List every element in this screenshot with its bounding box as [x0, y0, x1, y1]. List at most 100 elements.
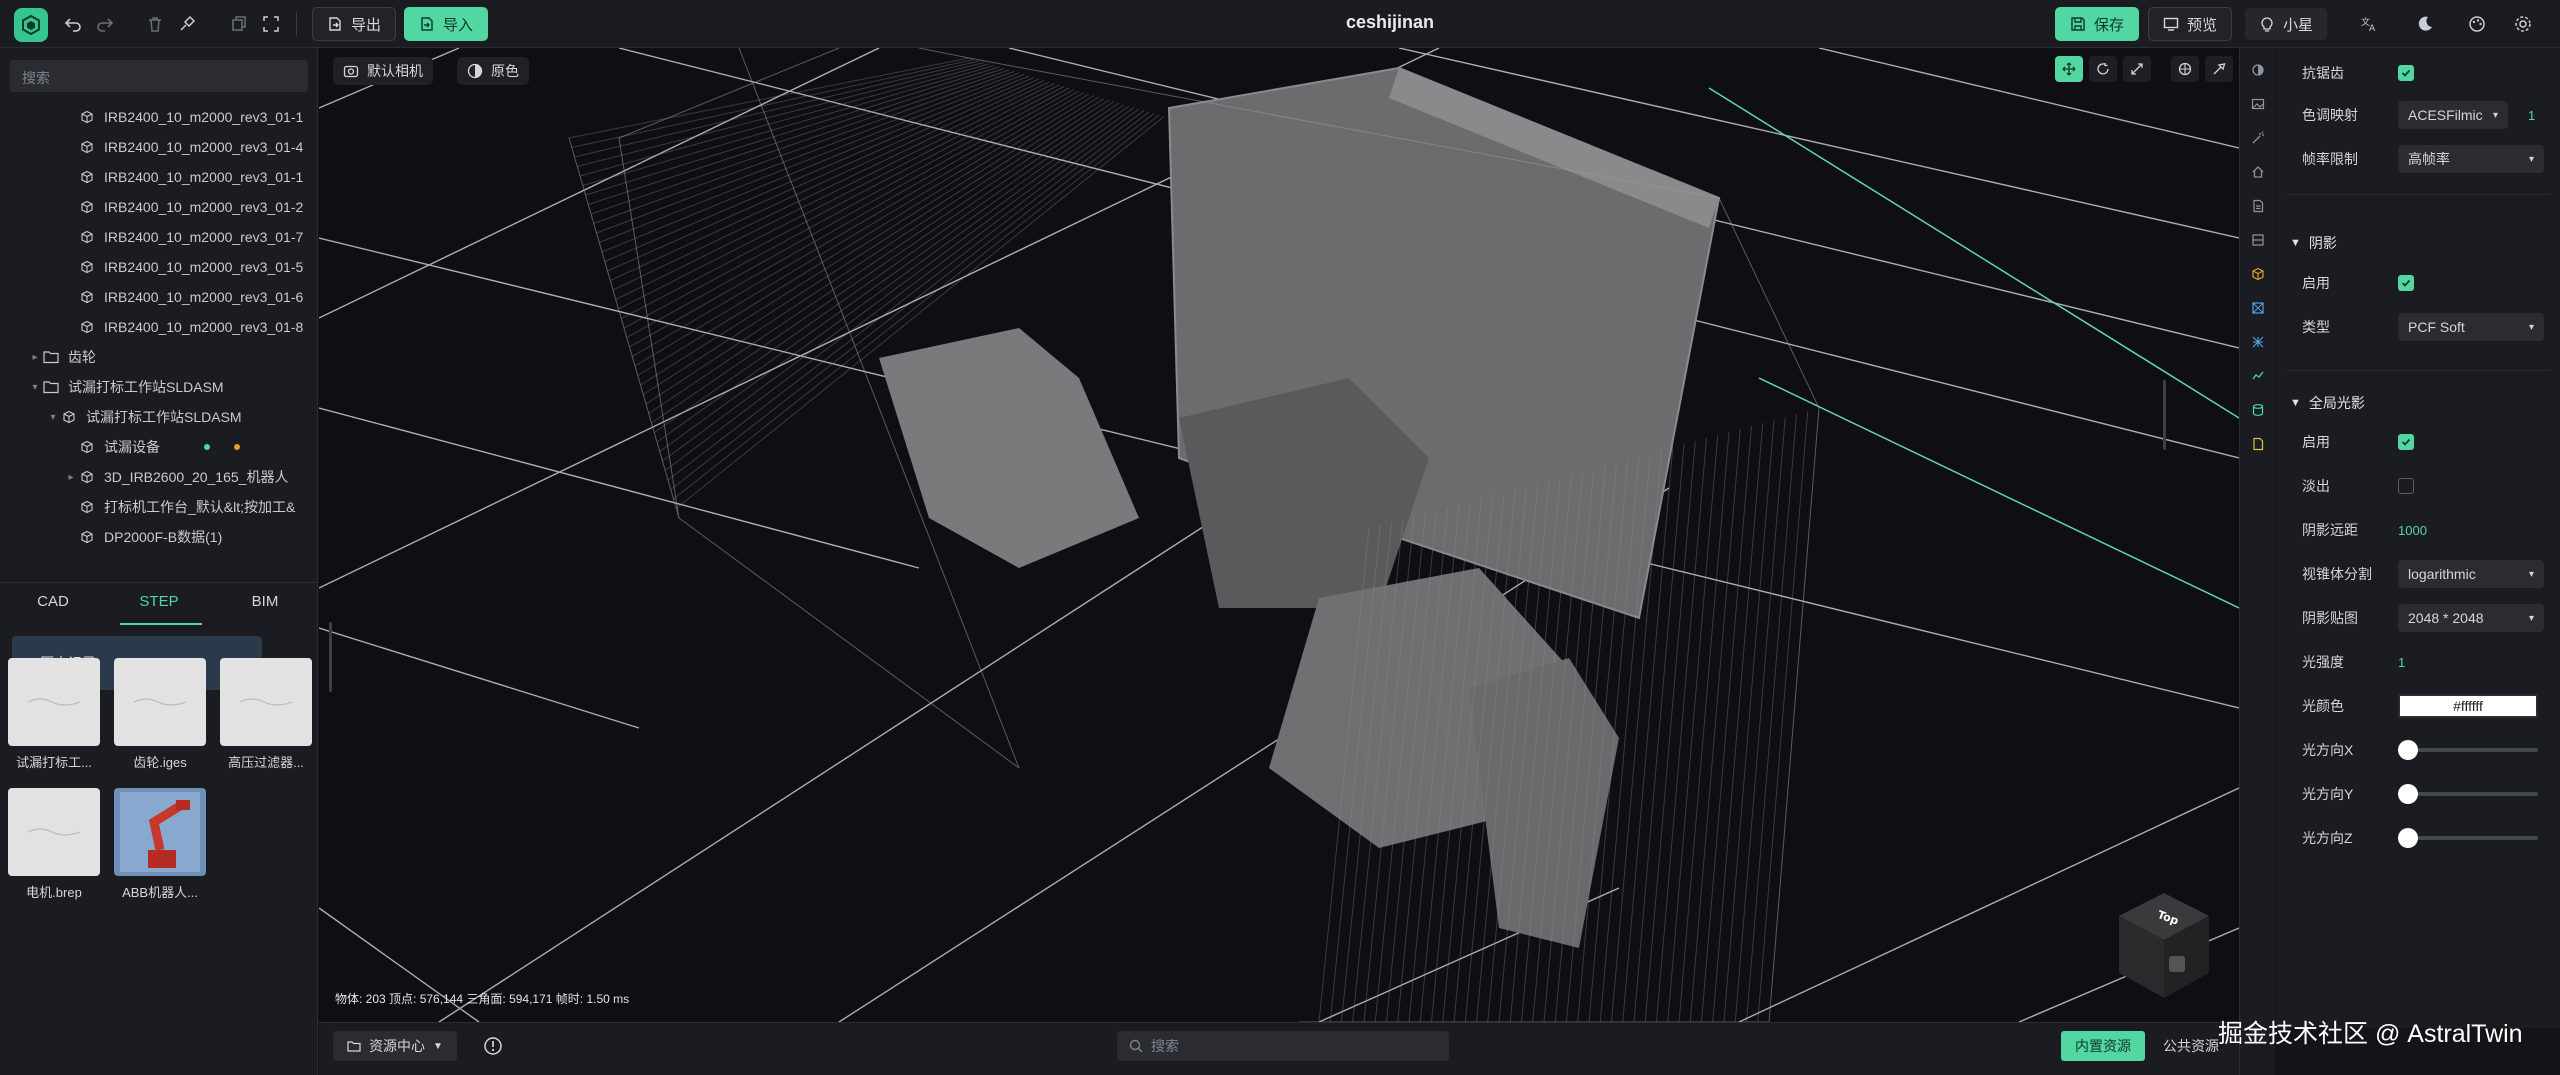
cube-icon[interactable]: [2248, 264, 2268, 284]
tree-item[interactable]: 试漏设备: [0, 432, 318, 462]
fade-checkbox[interactable]: [2398, 478, 2414, 494]
grid-icon[interactable]: [2248, 332, 2268, 352]
tree-item[interactable]: ▸ 3D_IRB2600_20_165_机器人: [0, 462, 318, 492]
rotate-icon[interactable]: [2089, 56, 2117, 82]
tree-item[interactable]: IRB2400_10_m2000_rev3_01-2: [0, 192, 318, 222]
3d-viewport[interactable]: 默认相机 原色 Top 物体: 203 顶点: 576,144 三角面: 594…: [319, 48, 2239, 1022]
palette-icon[interactable]: [2464, 11, 2490, 37]
gi-enable-checkbox[interactable]: [2398, 434, 2414, 450]
tone-mapping-select[interactable]: ACESFilmic ▾: [2398, 101, 2508, 129]
viewport-scroll-indicator[interactable]: [2163, 380, 2166, 450]
world-space-icon[interactable]: [2171, 56, 2199, 82]
tab-bim[interactable]: BIM: [212, 593, 318, 610]
export-button[interactable]: 导出: [312, 7, 397, 41]
asset-label: 高压过滤器...: [228, 755, 304, 770]
tree-item[interactable]: ▾ 试漏打标工作站SLDASM: [0, 372, 318, 402]
move-icon[interactable]: [2055, 56, 2083, 82]
redo-icon[interactable]: [92, 11, 118, 37]
delete-icon[interactable]: [142, 11, 168, 37]
color-mode-button[interactable]: 原色: [457, 57, 529, 85]
asset-card[interactable]: 试漏打标工...: [8, 658, 100, 771]
fullscreen-icon[interactable]: [258, 11, 284, 37]
tree-item[interactable]: IRB2400_10_m2000_rev3_01-4: [0, 132, 318, 162]
resource-center-dropdown[interactable]: 资源中心 ▼: [333, 1031, 457, 1061]
tree-item[interactable]: ▸ 齿轮: [0, 342, 318, 372]
shadow-section-header[interactable]: ▼ 阴影: [2290, 233, 2540, 253]
snap-icon[interactable]: [2205, 56, 2233, 82]
asset-card[interactable]: 电机.brep: [8, 788, 100, 901]
database-icon[interactable]: [2248, 400, 2268, 420]
dir-x-label: 光方向X: [2302, 742, 2354, 758]
tone-mapping-exposure[interactable]: 1: [2528, 108, 2535, 123]
frame-icon[interactable]: [2248, 298, 2268, 318]
import-button[interactable]: 导入: [404, 7, 489, 41]
builtin-resources-tab[interactable]: 内置资源: [2061, 1031, 2145, 1061]
tab-step[interactable]: STEP: [106, 593, 212, 610]
save-button[interactable]: 保存: [2055, 7, 2140, 41]
tree-item[interactable]: IRB2400_10_m2000_rev3_01-5: [0, 252, 318, 282]
dir-y-slider[interactable]: [2398, 784, 2538, 804]
preview-button[interactable]: 预览: [2148, 7, 2233, 41]
viewport-scroll-indicator-left[interactable]: [329, 622, 332, 692]
shadow-map-select[interactable]: 2048 * 2048 ▾: [2398, 604, 2544, 632]
antialias-checkbox[interactable]: [2398, 65, 2414, 81]
scene-search-input[interactable]: 搜索: [10, 60, 308, 92]
asset-thumbnail: [8, 788, 100, 876]
tab-cad[interactable]: CAD: [0, 593, 106, 610]
home-icon[interactable]: [2248, 162, 2268, 182]
view-cube[interactable]: Top: [2109, 888, 2219, 1008]
undo-icon[interactable]: [60, 11, 86, 37]
tree-item[interactable]: ▾ 试漏打标工作站SLDASM: [0, 402, 318, 432]
moon-icon[interactable]: [2412, 11, 2438, 37]
brush-icon[interactable]: [174, 11, 200, 37]
shadow-enable-checkbox[interactable]: [2398, 275, 2414, 291]
translate-icon[interactable]: 文A: [2356, 11, 2382, 37]
asset-card[interactable]: 高压过滤器...: [220, 658, 312, 771]
cube-icon: [78, 198, 96, 216]
tree-item[interactable]: IRB2400_10_m2000_rev3_01-8: [0, 312, 318, 342]
note-icon[interactable]: [2248, 434, 2268, 454]
light-color-picker[interactable]: #ffffff: [2398, 694, 2538, 718]
settings-icon[interactable]: [2510, 11, 2536, 37]
shadow-type-select[interactable]: PCF Soft ▾: [2398, 313, 2544, 341]
theme-icon[interactable]: [2248, 60, 2268, 80]
tree-item[interactable]: IRB2400_10_m2000_rev3_01-1: [0, 102, 318, 132]
frame-limit-select[interactable]: 高帧率 ▾: [2398, 145, 2544, 173]
dir-z-knob[interactable]: [2398, 828, 2418, 848]
caret-right-icon[interactable]: ▸: [64, 472, 78, 483]
info-icon[interactable]: [483, 1036, 503, 1061]
shadow-enable-label: 启用: [2302, 275, 2330, 291]
scale-icon[interactable]: [2123, 56, 2151, 82]
asset-card[interactable]: ABB机器人...: [114, 788, 206, 901]
chevron-down-icon: ▾: [2528, 612, 2534, 624]
camera-button[interactable]: 默认相机: [333, 57, 433, 85]
assistant-button[interactable]: 小星: [2244, 7, 2329, 41]
caret-right-icon[interactable]: ▸: [28, 352, 42, 363]
image-icon[interactable]: [2248, 94, 2268, 114]
gi-section-header[interactable]: ▼ 全局光影: [2290, 393, 2540, 413]
tree-item[interactable]: 打标机工作台_默认&lt;按加工&: [0, 492, 318, 522]
copy-icon[interactable]: [226, 11, 252, 37]
dir-z-slider[interactable]: [2398, 828, 2538, 848]
asset-card[interactable]: 齿轮.iges: [114, 658, 206, 771]
dir-x-knob[interactable]: [2398, 740, 2418, 760]
tree-item[interactable]: IRB2400_10_m2000_rev3_01-6: [0, 282, 318, 312]
caret-down-icon[interactable]: ▾: [46, 412, 60, 423]
tree-item-label: IRB2400_10_m2000_rev3_01-4: [104, 139, 304, 155]
graph-icon[interactable]: [2248, 366, 2268, 386]
dir-y-knob[interactable]: [2398, 784, 2418, 804]
caret-down-icon[interactable]: ▾: [28, 382, 42, 393]
tree-item[interactable]: DP2000F-B数据(1): [0, 522, 318, 552]
dir-x-slider[interactable]: [2398, 740, 2538, 760]
panel-icon[interactable]: [2248, 230, 2268, 250]
shadow-distance-value[interactable]: 1000: [2398, 523, 2427, 538]
cascade-select[interactable]: logarithmic ▾: [2398, 560, 2544, 588]
resource-search-input[interactable]: 搜索: [1117, 1031, 1449, 1061]
tree-item[interactable]: IRB2400_10_m2000_rev3_01-7: [0, 222, 318, 252]
document-icon[interactable]: [2248, 196, 2268, 216]
tree-item[interactable]: IRB2400_10_m2000_rev3_01-1: [0, 162, 318, 192]
wand-icon[interactable]: [2248, 128, 2268, 148]
app-logo[interactable]: [14, 8, 48, 42]
gi-section-title: 全局光影: [2308, 395, 2365, 411]
light-intensity-value[interactable]: 1: [2398, 655, 2405, 670]
